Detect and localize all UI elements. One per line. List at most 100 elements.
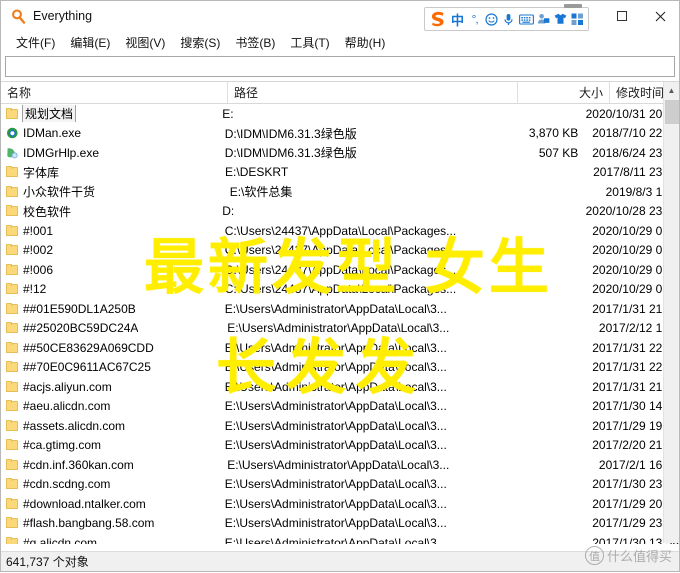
folder-icon (6, 185, 19, 198)
cell-name: 小众软件干货 (1, 183, 224, 200)
file-name: ##25020BC59DC24A (23, 321, 139, 336)
cell-path: E:\Users\Administrator\AppData\Local\3..… (227, 321, 450, 336)
search-box[interactable] (5, 56, 675, 77)
file-name: IDMan.exe (23, 126, 82, 141)
cell-path: E:\Users\Administrator\AppData\Local\3..… (224, 496, 447, 511)
folder-icon (6, 478, 19, 490)
table-row[interactable]: #!12 C:\Users\24437\AppData\Local\Package… (1, 280, 679, 300)
menu-item-edit[interactable]: 编辑(E) (63, 32, 117, 53)
column-header-name[interactable]: 名称 (1, 82, 228, 103)
sogou-logo-icon[interactable] (428, 9, 448, 29)
cell-path: E:\Users\Administrator\AppData\Local\3..… (224, 340, 447, 355)
idm-app-icon (6, 127, 19, 139)
table-row[interactable]: #g.alicdn.com E:\Users\Administrator\AppD… (1, 533, 679, 544)
ime-language-mode[interactable]: 中 (450, 10, 465, 28)
cell-name: #acjs.aliyun.com (1, 380, 219, 394)
table-row[interactable]: #acjs.aliyun.com E:\Users\Administrator\A… (1, 377, 679, 397)
table-row[interactable]: IDMGrHlp.exe D:\IDM\IDM6.31.3绿色版 507 KB 201… (1, 143, 679, 163)
table-row[interactable]: #download.ntalker.com E:\Users\Administra… (1, 494, 679, 514)
table-row[interactable]: 规划文档 E: 2020/10/31 20:41 (1, 104, 679, 124)
user-icon[interactable] (536, 10, 551, 28)
maximize-button[interactable] (603, 1, 641, 31)
column-header-size[interactable]: 大小 (518, 82, 610, 103)
ime-punctuation-toggle[interactable]: °, (467, 10, 482, 28)
menu-item-help[interactable]: 帮助(H) (338, 32, 393, 53)
folder-icon (6, 244, 19, 256)
folder-icon (6, 536, 19, 544)
grid-icon[interactable] (570, 10, 585, 28)
file-name: #cdn.inf.360kan.com (23, 457, 134, 472)
cell-path: D:\IDM\IDM6.31.3绿色版 (224, 146, 357, 161)
vertical-scrollbar[interactable]: ▲ (663, 82, 679, 543)
status-bar: 641,737 个对象 (1, 551, 679, 571)
table-row[interactable]: #ca.gtimg.com E:\Users\Administrator\AppD… (1, 436, 679, 456)
keyboard-icon[interactable] (518, 10, 534, 28)
cell-path: E:\Users\Administrator\AppData\Local\3..… (224, 477, 447, 492)
menu-item-search[interactable]: 搜索(S) (173, 32, 227, 53)
table-row[interactable]: 校色软件 D: 2020/10/28 23:19 (1, 202, 679, 222)
file-name: #!001 (23, 223, 54, 238)
cell-path: E: (222, 106, 234, 121)
folder-icon (6, 380, 19, 393)
folder-icon (6, 458, 19, 471)
magnifier-icon (11, 8, 26, 24)
folder-icon (6, 419, 19, 432)
table-row[interactable]: #aeu.alicdn.com E:\Users\Administrator\Ap… (1, 397, 679, 417)
file-name: IDMGrHlp.exe (23, 145, 100, 160)
folder-icon (6, 263, 19, 276)
folder-icon (6, 224, 19, 237)
menu-item-file[interactable]: 文件(F) (9, 32, 62, 53)
cell-name: ##50CE83629A069CDD (1, 341, 219, 355)
ime-drag-handle[interactable] (564, 4, 582, 8)
table-row[interactable]: #!006 C:\Users\24437\AppData\Local\Packag… (1, 260, 679, 280)
cell-name: 字体库 (1, 164, 219, 181)
table-row[interactable]: ##01E590DL1A250B E:\Users\Administrator\A… (1, 299, 679, 319)
table-row[interactable]: #!002 C:\Users\24437\AppData\Local\Packag… (1, 241, 679, 261)
close-button[interactable] (641, 1, 679, 31)
file-name: 小众软件干货 (23, 185, 96, 200)
search-input[interactable] (10, 58, 670, 75)
table-row[interactable]: 字体库 E:\DESKRT 2017/8/11 23:28 (1, 163, 679, 183)
table-row[interactable]: #assets.alicdn.com E:\Users\Administrator… (1, 416, 679, 436)
scrollbar-thumb[interactable] (665, 100, 679, 124)
table-row[interactable]: #cdn.scdng.com E:\Users\Administrator\App… (1, 475, 679, 495)
table-row[interactable]: #flash.bangbang.58.com E:\Users\Administr… (1, 514, 679, 534)
cell-path: E:\DESKRT (225, 165, 289, 180)
cell-path: E:\Users\Administrator\AppData\Local\3..… (224, 438, 447, 453)
file-name: #!002 (23, 243, 54, 258)
cell-path: E:\Users\Administrator\AppData\Local\3..… (224, 379, 447, 394)
file-name: #cdn.scdng.com (23, 477, 111, 492)
ime-toolbar[interactable]: 中 °, (424, 4, 589, 31)
file-name: #acjs.aliyun.com (23, 379, 112, 394)
table-row[interactable]: ##70E0C9611AC67C25 E:\Users\Administrator… (1, 358, 679, 378)
menu-item-view[interactable]: 视图(V) (118, 32, 172, 53)
table-row[interactable]: ##50CE83629A069CDD E:\Users\Administrator… (1, 338, 679, 358)
table-row[interactable]: #cdn.inf.360kan.com E:\Users\Administrato… (1, 455, 679, 475)
folder-icon (6, 302, 19, 315)
scroll-up-icon[interactable]: ▲ (664, 82, 679, 99)
menu-item-tools[interactable]: 工具(T) (283, 32, 336, 53)
results-list[interactable]: 规划文档 E: 2020/10/31 20:41 IDMan.exe D:\IDM\ID… (1, 104, 679, 544)
folder-icon (6, 361, 19, 373)
menu-item-bookmarks[interactable]: 书签(B) (228, 32, 282, 53)
file-name: ##70E0C9611AC67C25 (23, 360, 151, 375)
results-area: 名称 路径 大小 修改时间 规划文档 E: 2020/10/31 20:41 IDMa… (1, 81, 679, 544)
cell-name: ##01E590DL1A250B (1, 302, 219, 316)
table-row[interactable]: ##25020BC59DC24A E:\Users\Administrator\A… (1, 319, 679, 339)
file-name: #ca.gtimg.com (23, 438, 102, 453)
shirt-icon[interactable] (553, 10, 568, 28)
table-row[interactable]: IDMan.exe D:\IDM\IDM6.31.3绿色版 3,870 KB 2018… (1, 124, 679, 144)
table-row[interactable]: 小众软件干货 E:\软件总集 2019/8/3 1:15 (1, 182, 679, 202)
mic-icon[interactable] (501, 10, 516, 28)
cell-name: #ca.gtimg.com (1, 438, 219, 452)
cell-name: #!12 (1, 282, 219, 296)
column-header-path[interactable]: 路径 (228, 82, 518, 103)
folder-icon (6, 497, 19, 510)
cell-name: #!002 (1, 243, 219, 257)
cell-name: #!006 (1, 263, 219, 277)
cell-name: ##70E0C9611AC67C25 (1, 360, 219, 374)
smiley-icon[interactable] (484, 10, 499, 28)
table-row[interactable]: #!001 C:\Users\24437\AppData\Local\Packag… (1, 221, 679, 241)
file-name: 字体库 (23, 165, 60, 180)
cell-path: E:\Users\Administrator\AppData\Local\3..… (224, 399, 447, 414)
